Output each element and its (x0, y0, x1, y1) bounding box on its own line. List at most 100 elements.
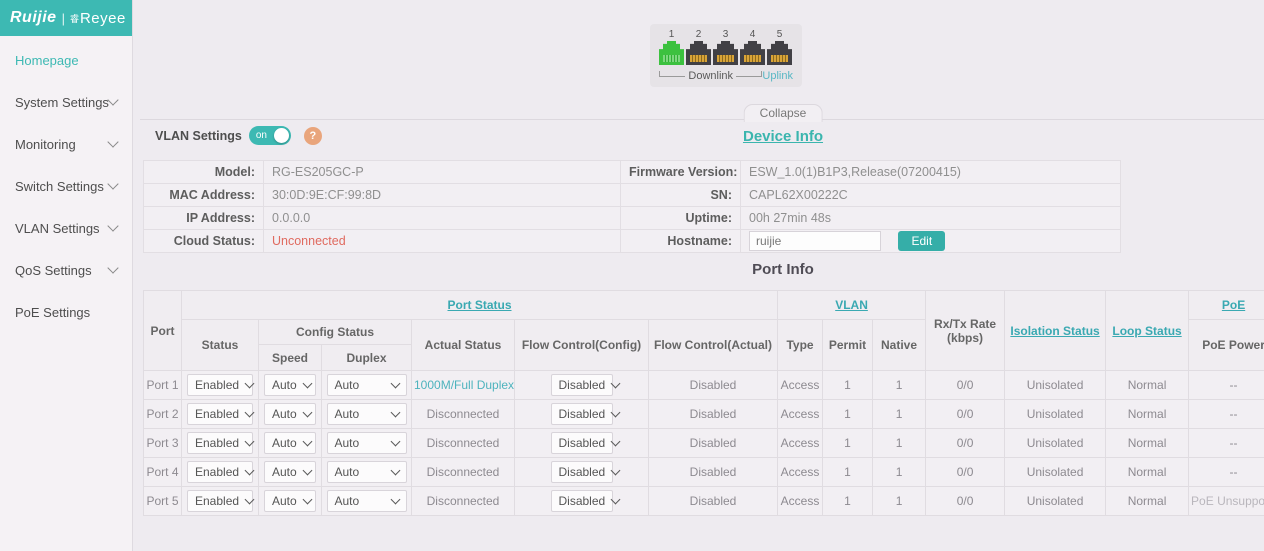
poe-power-cell: -- (1189, 371, 1264, 400)
flow-control-select[interactable]: Disabled (551, 374, 613, 396)
col-poe-power: PoE Power (1189, 320, 1264, 371)
vlan-link[interactable]: VLAN (778, 291, 926, 320)
chevron-down-icon (302, 408, 312, 418)
chevron-down-icon (245, 379, 255, 389)
chevron-down-icon (302, 466, 312, 476)
mac-label: MAC Address: (144, 184, 264, 207)
vlan-type-cell: Access (778, 429, 823, 458)
sidebar-item-homepage[interactable]: Homepage (0, 39, 132, 81)
sidebar-item-monitoring[interactable]: Monitoring (0, 123, 132, 165)
port-cell: Port 4 (144, 458, 182, 487)
sidebar-item-poe-settings[interactable]: PoE Settings (0, 291, 132, 333)
downlink-label: Downlink (688, 70, 733, 82)
port-5-uplink[interactable]: 5 (767, 28, 792, 65)
loop-cell: Normal (1106, 371, 1189, 400)
duplex-select[interactable]: Auto (327, 403, 407, 425)
flow-control-actual-cell: Disabled (649, 487, 778, 516)
ports-row: 1 2 3 4 5 (659, 28, 793, 65)
status-select[interactable]: Enabled (187, 374, 253, 396)
vlan-native-cell: 1 (873, 458, 926, 487)
chevron-down-icon (390, 495, 400, 505)
duplex-select[interactable]: Auto (327, 374, 407, 396)
chevron-down-icon (245, 408, 255, 418)
port-number: 5 (767, 28, 792, 41)
isolation-status-link[interactable]: Isolation Status (1005, 291, 1106, 371)
poe-power-cell: -- (1189, 458, 1264, 487)
actual-status-cell: 1000M/Full Duplex (412, 371, 515, 400)
cloud-status-value: Unconnected (264, 230, 621, 253)
sidebar-item-vlan-settings[interactable]: VLAN Settings (0, 207, 132, 249)
port-3[interactable]: 3 (713, 28, 738, 65)
duplex-select[interactable]: Auto (327, 432, 407, 454)
duplex-select[interactable]: Auto (327, 461, 407, 483)
flow-control-select[interactable]: Disabled (551, 432, 613, 454)
flow-control-actual-cell: Disabled (649, 371, 778, 400)
rate-cell: 0/0 (926, 458, 1005, 487)
vlan-type-cell: Access (778, 400, 823, 429)
port-2[interactable]: 2 (686, 28, 711, 65)
vlan-permit-cell: 1 (823, 400, 873, 429)
status-select[interactable]: Enabled (187, 432, 253, 454)
speed-select[interactable]: Auto (264, 490, 316, 512)
chevron-down-icon (245, 495, 255, 505)
flow-control-select[interactable]: Disabled (551, 403, 613, 425)
sidebar-nav: Homepage System Settings Monitoring Swit… (0, 36, 132, 333)
speed-select[interactable]: Auto (264, 432, 316, 454)
port-row-4: Port 4 Enabled Auto Auto Disconnected Di… (144, 458, 1264, 487)
sidebar-item-qos-settings[interactable]: QoS Settings (0, 249, 132, 291)
speed-select[interactable]: Auto (264, 461, 316, 483)
uplink-label: Uplink (762, 70, 793, 82)
brand-reyee-cn: 睿 (70, 12, 79, 25)
flow-control-select[interactable]: Disabled (551, 490, 613, 512)
rate-cell: 0/0 (926, 400, 1005, 429)
vlan-settings-row: VLAN Settings on ? (155, 126, 322, 145)
status-select[interactable]: Enabled (187, 403, 253, 425)
vlan-permit-cell: 1 (823, 487, 873, 516)
brand-reyee: Reyee (80, 10, 126, 27)
sidebar-item-switch-settings[interactable]: Switch Settings (0, 165, 132, 207)
hostname-label: Hostname: (621, 230, 741, 253)
help-icon[interactable]: ? (304, 127, 322, 145)
loop-cell: Normal (1106, 400, 1189, 429)
status-select[interactable]: Enabled (187, 461, 253, 483)
port-4[interactable]: 4 (740, 28, 765, 65)
duplex-select[interactable]: Auto (327, 490, 407, 512)
port-cell: Port 5 (144, 487, 182, 516)
speed-select[interactable]: Auto (264, 403, 316, 425)
chevron-down-icon (245, 466, 255, 476)
edit-button[interactable]: Edit (898, 231, 945, 251)
vlan-permit-cell: 1 (823, 429, 873, 458)
status-select[interactable]: Enabled (187, 490, 253, 512)
poe-link[interactable]: PoE (1189, 291, 1264, 320)
flow-control-actual-cell: Disabled (649, 429, 778, 458)
port-number: 1 (659, 28, 684, 41)
chevron-down-icon (611, 408, 621, 418)
col-actual-status: Actual Status (412, 320, 515, 371)
flow-control-select[interactable]: Disabled (551, 461, 613, 483)
device-info-row: Model: RG-ES205GC-P Firmware Version: ES… (144, 161, 1121, 184)
loop-status-link[interactable]: Loop Status (1106, 291, 1189, 371)
port-1[interactable]: 1 (659, 28, 684, 65)
col-flow-control-config: Flow Control(Config) (515, 320, 649, 371)
loop-cell: Normal (1106, 458, 1189, 487)
device-info-title[interactable]: Device Info (743, 128, 823, 145)
rj45-port-icon-connected (659, 41, 684, 65)
section-divider (140, 119, 1264, 120)
sidebar-item-system-settings[interactable]: System Settings (0, 81, 132, 123)
loop-cell: Normal (1106, 487, 1189, 516)
col-speed: Speed (259, 345, 322, 371)
chevron-down-icon (390, 379, 400, 389)
col-port: Port (144, 291, 182, 371)
chevron-down-icon (107, 262, 118, 273)
uptime-value: 00h 27min 48s (741, 207, 1121, 230)
vlan-settings-toggle[interactable]: on (249, 126, 291, 145)
hostname-input[interactable] (749, 231, 881, 251)
port-status-link[interactable]: Port Status (182, 291, 778, 320)
device-info-table: Model: RG-ES205GC-P Firmware Version: ES… (143, 160, 1121, 253)
poe-power-cell: PoE Unsupported (1189, 487, 1264, 516)
speed-select[interactable]: Auto (264, 374, 316, 396)
collapse-button[interactable]: Collapse (744, 104, 823, 122)
col-config-status: Config Status (259, 320, 412, 345)
vlan-type-cell: Access (778, 371, 823, 400)
vlan-permit-cell: 1 (823, 458, 873, 487)
